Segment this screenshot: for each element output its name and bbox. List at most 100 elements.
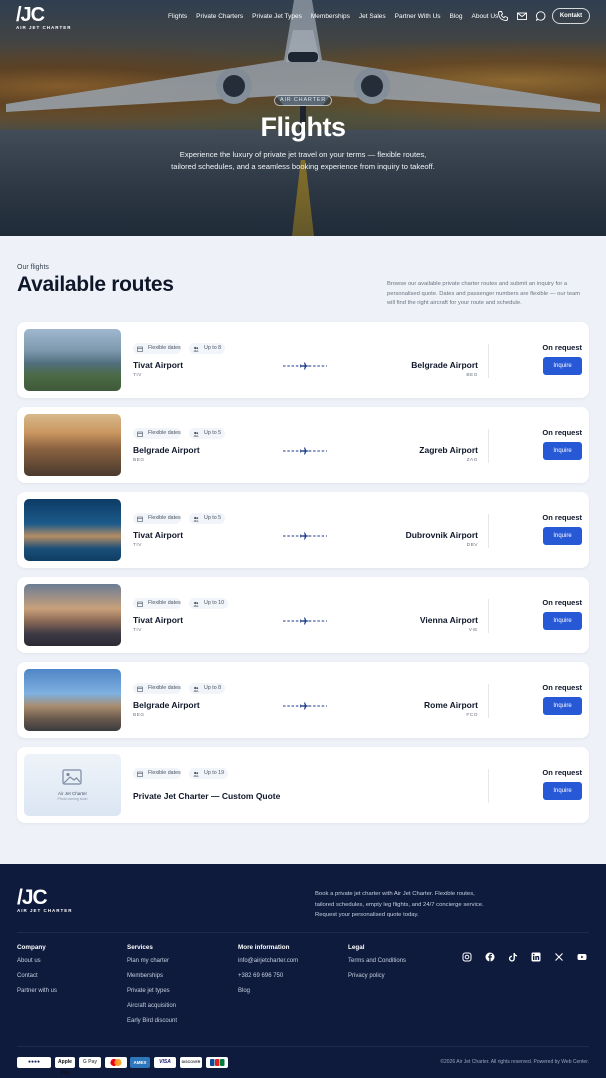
footer-link-phone[interactable]: +382 69 696 750 (238, 973, 298, 988)
origin-code: BEG (133, 458, 145, 463)
footer-col-title: Company (17, 944, 46, 951)
origin-code: TIV (133, 543, 142, 548)
card-divider (488, 769, 489, 803)
nav-link-about[interactable]: About Us (472, 13, 499, 20)
flexible-dates-chip: Flexible dates (133, 513, 181, 524)
price-label: On request (542, 683, 582, 692)
footer-link-about[interactable]: About us (17, 958, 57, 973)
chip-label: Flexible dates (148, 515, 181, 521)
origin-airport: Tivat Airport (133, 615, 184, 625)
inquire-button[interactable]: Inquire (543, 612, 582, 630)
chip-label: Flexible dates (148, 685, 181, 691)
card-divider (488, 344, 489, 378)
route-card[interactable]: Flexible dates Up to 10 Tivat Airport TIV Vi… (17, 577, 589, 653)
destination-airport: Rome Airport (424, 700, 478, 710)
footer-link-partner[interactable]: Partner with us (17, 988, 57, 1003)
flexible-dates-chip: Flexible dates (133, 683, 181, 694)
nav-link-flights[interactable]: Flights (168, 13, 187, 20)
route-card[interactable]: Flexible dates Up to 8 Belgrade Airport BEG… (17, 662, 589, 738)
route-card[interactable]: Flexible dates Up to 8 Tivat Airport TIV Bel… (17, 322, 589, 398)
route-card[interactable]: Flexible dates Up to 5 Tivat Airport TIV Dub… (17, 492, 589, 568)
section-title: Available routes (17, 273, 174, 296)
facebook-icon[interactable] (485, 952, 495, 962)
google-pay-badge: G Pay (79, 1057, 101, 1068)
flexible-dates-chip: Flexible dates (133, 598, 181, 609)
flexible-dates-chip: Flexible dates (133, 768, 181, 779)
footer-link-jet-types[interactable]: Private jet types (127, 988, 177, 1003)
logo[interactable]: /JC AIR JET CHARTER (16, 5, 72, 30)
nav-link-jet-sales[interactable]: Jet Sales (359, 13, 386, 20)
section-eyebrow: Our flights (17, 264, 49, 271)
custom-route-title: Private Jet Charter — Custom Quote (133, 791, 281, 801)
passenger-chip: Up to 10 (189, 598, 229, 609)
users-icon (193, 516, 199, 521)
card-divider (488, 599, 489, 633)
placeholder-subtitle: Photo coming soon (57, 797, 88, 801)
chip-label: Up to 5 (204, 515, 222, 521)
payment-cards-logo: ●●●● (17, 1057, 51, 1068)
chip-label: Flexible dates (148, 770, 181, 776)
footer-link-terms[interactable]: Terms and Conditions (348, 958, 406, 973)
inquire-button[interactable]: Inquire (543, 442, 582, 460)
users-icon (193, 686, 199, 691)
footer-col-title: Legal (348, 944, 365, 951)
calendar-icon (137, 346, 143, 352)
footer-col-company: Company About us Contact Partner with us (17, 944, 57, 1003)
inquire-button[interactable]: Inquire (543, 357, 582, 375)
social-links (462, 952, 587, 962)
nav-link-private-charters[interactable]: Private Charters (196, 13, 243, 20)
route-card[interactable]: Flexible dates Up to 5 Belgrade Airport BEG… (17, 407, 589, 483)
nav-link-private-jet-types[interactable]: Private Jet Types (252, 13, 302, 20)
card-divider (488, 684, 489, 718)
copyright: ©2026 Air Jet Charter. All rights reserv… (440, 1059, 589, 1065)
footer-link-early-bird[interactable]: Early Bird discount (127, 1018, 177, 1033)
nav-link-memberships[interactable]: Memberships (311, 13, 350, 20)
inquire-button[interactable]: Inquire (543, 782, 582, 800)
footer-link-memberships[interactable]: Memberships (127, 973, 177, 988)
linkedin-icon[interactable] (531, 952, 541, 962)
origin-code: BEG (133, 713, 145, 718)
origin-code: TIV (133, 373, 142, 378)
destination-code: BEG (466, 373, 478, 378)
footer-link-privacy[interactable]: Privacy policy (348, 973, 406, 988)
inquire-button[interactable]: Inquire (543, 527, 582, 545)
footer-logo-subtitle: AIR JET CHARTER (17, 908, 73, 913)
nav-link-blog[interactable]: Blog (450, 13, 463, 20)
kontakt-button[interactable]: Kontakt (552, 8, 590, 24)
card-divider (488, 429, 489, 463)
calendar-icon (137, 686, 143, 692)
footer-link-contact[interactable]: Contact (17, 973, 57, 988)
price-label: On request (542, 768, 582, 777)
route-image-placeholder: Air Jet Charter Photo coming soon (24, 754, 121, 816)
footer-link-email[interactable]: info@airjetcharter.com (238, 958, 298, 973)
mail-icon[interactable] (516, 10, 528, 22)
price-label: On request (542, 513, 582, 522)
origin-airport: Belgrade Airport (133, 700, 200, 710)
footer-about: Book a private jet charter with Air Jet … (315, 891, 484, 918)
instagram-icon[interactable] (462, 952, 472, 962)
flexible-dates-chip: Flexible dates (133, 343, 181, 354)
chip-label: Up to 19 (204, 770, 225, 776)
inquire-button[interactable]: Inquire (543, 697, 582, 715)
footer-logo[interactable]: /JC AIR JET CHARTER (17, 887, 73, 913)
chat-icon[interactable] (535, 10, 547, 22)
footer-col-info: More information info@airjetcharter.com … (238, 944, 298, 1003)
chip-label: Flexible dates (148, 345, 181, 351)
youtube-icon[interactable] (577, 952, 587, 962)
price-label: On request (542, 598, 582, 607)
footer-link-plan[interactable]: Plan my charter (127, 958, 177, 973)
footer-link-blog[interactable]: Blog (238, 988, 298, 1003)
footer-link-acquisition[interactable]: Aircraft acquisition (127, 1003, 177, 1018)
users-icon (193, 601, 199, 606)
passenger-chip: Up to 8 (189, 683, 226, 694)
x-icon[interactable] (554, 952, 564, 962)
calendar-icon (137, 771, 143, 777)
phone-icon[interactable] (497, 10, 509, 22)
nav-link-partner[interactable]: Partner With Us (395, 13, 441, 20)
price-label: On request (542, 343, 582, 352)
footer: /JC AIR JET CHARTER Book a private jet c… (0, 864, 606, 1078)
tiktok-icon[interactable] (508, 952, 518, 962)
page-title: Flights (260, 112, 347, 142)
visa-badge: VISA (154, 1057, 176, 1068)
route-card[interactable]: Air Jet Charter Photo coming soon Flexible… (17, 747, 589, 823)
